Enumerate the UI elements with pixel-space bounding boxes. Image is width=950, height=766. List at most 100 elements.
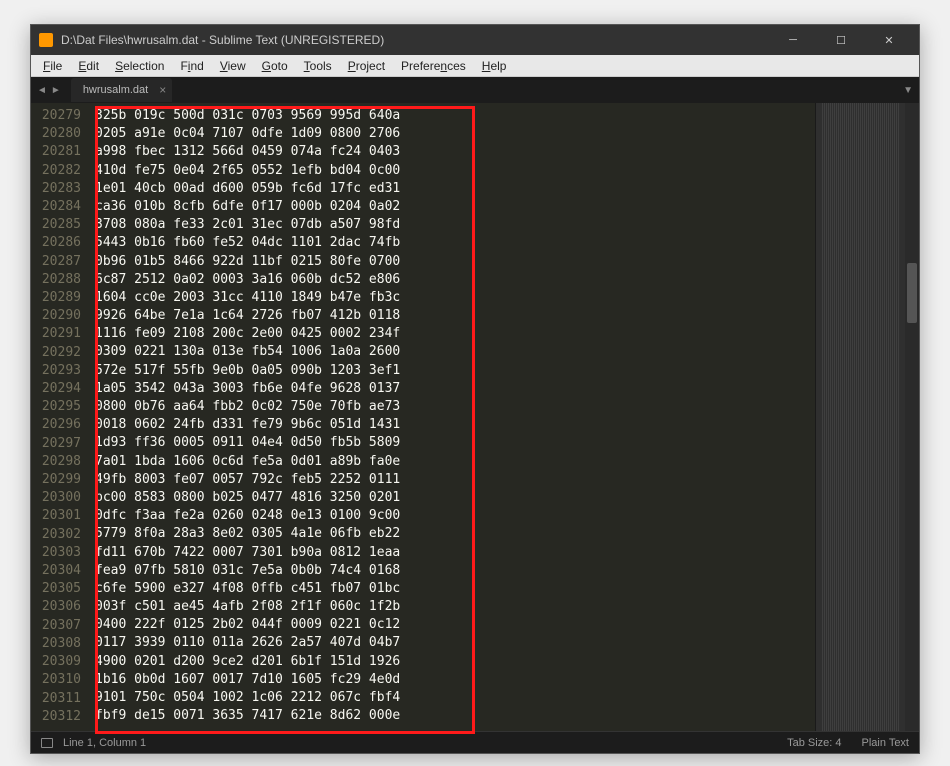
code-line[interactable]: 1116 fe09 2108 200c 2e00 0425 0002 234f	[95, 325, 815, 343]
code-line[interactable]: 0018 0602 24fb d331 fe79 9b6c 051d 1431	[95, 416, 815, 434]
minimize-button[interactable]: ─	[771, 26, 815, 54]
line-number: 20304	[31, 562, 81, 580]
maximize-button[interactable]: ☐	[819, 26, 863, 54]
panel-switcher-icon[interactable]	[41, 738, 53, 748]
line-number: 20310	[31, 671, 81, 689]
tab-label: hwrusalm.dat	[83, 84, 148, 96]
line-number: 20296	[31, 416, 81, 434]
code-line[interactable]: 4900 0201 d200 9ce2 d201 6b1f 151d 1926	[95, 653, 815, 671]
code-line[interactable]: 0205 a91e 0c04 7107 0dfe 1d09 0800 2706	[95, 125, 815, 143]
editor-area[interactable]: 2027920280202812028220283202842028520286…	[31, 103, 919, 731]
code-line[interactable]: 1d93 ff36 0005 0911 04e4 0d50 fb5b 5809	[95, 434, 815, 452]
window-title: D:\Dat Files\hwrusalm.dat - Sublime Text…	[61, 33, 771, 47]
line-number: 20298	[31, 453, 81, 471]
code-line[interactable]: 1b16 0b0d 1607 0017 7d10 1605 fc29 4e0d	[95, 671, 815, 689]
code-line[interactable]: 0800 0b76 aa64 fbb2 0c02 750e 70fb ae73	[95, 398, 815, 416]
line-number: 20293	[31, 362, 81, 380]
code-line[interactable]: 410d fe75 0e04 2f65 0552 1efb bd04 0c00	[95, 162, 815, 180]
code-line[interactable]: fea9 07fb 5810 031c 7e5a 0b0b 74c4 0168	[95, 562, 815, 580]
code-line[interactable]: 7a01 1bda 1606 0c6d fe5a 0d01 a89b fa0e	[95, 453, 815, 471]
menu-tools[interactable]: Tools	[296, 57, 340, 75]
line-number: 20283	[31, 180, 81, 198]
line-number: 20305	[31, 580, 81, 598]
line-number: 20297	[31, 435, 81, 453]
tab-overflow-icon[interactable]: ▼	[903, 85, 913, 96]
line-number: 20295	[31, 398, 81, 416]
line-number: 20303	[31, 544, 81, 562]
menu-goto[interactable]: Goto	[254, 57, 296, 75]
code-line[interactable]: bc00 8583 0800 b025 0477 4816 3250 0201	[95, 489, 815, 507]
line-number: 20288	[31, 271, 81, 289]
code-line[interactable]: 1604 cc0e 2003 31cc 4110 1849 b47e fb3c	[95, 289, 815, 307]
tab-hwrusalm[interactable]: hwrusalm.dat ×	[71, 78, 172, 102]
menu-project[interactable]: Project	[340, 57, 393, 75]
code-line[interactable]: c6fe 5900 e327 4f08 0ffb c451 fb07 01bc	[95, 580, 815, 598]
line-number: 20287	[31, 253, 81, 271]
menu-view[interactable]: View	[212, 57, 254, 75]
menu-help[interactable]: Help	[474, 57, 515, 75]
line-number-gutter: 2027920280202812028220283202842028520286…	[31, 103, 91, 731]
app-icon	[39, 33, 53, 47]
code-line[interactable]: 325b 019c 500d 031c 0703 9569 995d 640a	[95, 107, 815, 125]
sublime-text-window: D:\Dat Files\hwrusalm.dat - Sublime Text…	[30, 24, 920, 754]
code-line[interactable]: 9926 64be 7e1a 1c64 2726 fb07 412b 0118	[95, 307, 815, 325]
code-line[interactable]: fbf9 de15 0071 3635 7417 621e 8d62 000e	[95, 707, 815, 725]
minimap[interactable]	[815, 103, 905, 731]
status-bar: Line 1, Column 1 Tab Size: 4 Plain Text	[31, 731, 919, 753]
window-titlebar[interactable]: D:\Dat Files\hwrusalm.dat - Sublime Text…	[31, 25, 919, 55]
minimap-content	[822, 103, 899, 731]
status-tab-size[interactable]: Tab Size: 4	[787, 737, 841, 749]
line-number: 20309	[31, 653, 81, 671]
line-number: 20279	[31, 107, 81, 125]
line-number: 20294	[31, 380, 81, 398]
code-line[interactable]: 6c87 2512 0a02 0003 3a16 060b dc52 e806	[95, 271, 815, 289]
code-line[interactable]: 5443 0b16 fb60 fe52 04dc 1101 2dac 74fb	[95, 234, 815, 252]
code-line[interactable]: 1a05 3542 043a 3003 fb6e 04fe 9628 0137	[95, 380, 815, 398]
code-line[interactable]: 0117 3939 0110 011a 2626 2a57 407d 04b7	[95, 634, 815, 652]
code-line[interactable]: 0b96 01b5 8466 922d 11bf 0215 80fe 0700	[95, 253, 815, 271]
line-number: 20290	[31, 307, 81, 325]
line-number: 20301	[31, 507, 81, 525]
line-number: 20282	[31, 162, 81, 180]
code-line[interactable]: 572e 517f 55fb 9e0b 0a05 090b 1203 3ef1	[95, 362, 815, 380]
code-line[interactable]: 0400 222f 0125 2b02 044f 0009 0221 0c12	[95, 616, 815, 634]
tab-nav-back[interactable]: ◄	[37, 85, 47, 96]
tab-nav-forward[interactable]: ►	[51, 85, 61, 96]
tab-close-icon[interactable]: ×	[159, 83, 166, 97]
code-line[interactable]: fd11 670b 7422 0007 7301 b90a 0812 1eaa	[95, 544, 815, 562]
code-line[interactable]: 003f c501 ae45 4afb 2f08 2f1f 060c 1f2b	[95, 598, 815, 616]
line-number: 20289	[31, 289, 81, 307]
code-line[interactable]: 3708 080a fe33 2c01 31ec 07db a507 98fd	[95, 216, 815, 234]
code-line[interactable]: a998 fbec 1312 566d 0459 074a fc24 0403	[95, 143, 815, 161]
code-content[interactable]: 325b 019c 500d 031c 0703 9569 995d 640a0…	[91, 103, 815, 731]
menu-find[interactable]: Find	[172, 57, 211, 75]
menu-bar: File Edit Selection Find View Goto Tools…	[31, 55, 919, 77]
status-position[interactable]: Line 1, Column 1	[63, 737, 146, 749]
menu-edit[interactable]: Edit	[70, 57, 107, 75]
line-number: 20292	[31, 344, 81, 362]
line-number: 20312	[31, 708, 81, 726]
code-line[interactable]: 9101 750c 0504 1002 1c06 2212 067c fbf4	[95, 689, 815, 707]
scroll-thumb[interactable]	[907, 263, 917, 323]
status-syntax[interactable]: Plain Text	[862, 737, 910, 749]
menu-preferences[interactable]: Preferences	[393, 57, 474, 75]
line-number: 20306	[31, 598, 81, 616]
code-line[interactable]: 0309 0221 130a 013e fb54 1006 1a0a 2600	[95, 343, 815, 361]
menu-selection[interactable]: Selection	[107, 57, 172, 75]
code-line[interactable]: 0dfc f3aa fe2a 0260 0248 0e13 0100 9c00	[95, 507, 815, 525]
vertical-scrollbar[interactable]	[905, 103, 919, 731]
line-number: 20291	[31, 325, 81, 343]
close-button[interactable]: ✕	[867, 26, 911, 54]
line-number: 20285	[31, 216, 81, 234]
code-line[interactable]: 49fb 8003 fe07 0057 792c feb5 2252 0111	[95, 471, 815, 489]
line-number: 20280	[31, 125, 81, 143]
line-number: 20302	[31, 526, 81, 544]
line-number: 20281	[31, 143, 81, 161]
line-number: 20286	[31, 234, 81, 252]
line-number: 20300	[31, 489, 81, 507]
menu-file[interactable]: File	[35, 57, 70, 75]
code-line[interactable]: 1e01 40cb 00ad d600 059b fc6d 17fc ed31	[95, 180, 815, 198]
code-line[interactable]: ca36 010b 8cfb 6dfe 0f17 000b 0204 0a02	[95, 198, 815, 216]
code-line[interactable]: 5779 8f0a 28a3 8e02 0305 4a1e 06fb eb22	[95, 525, 815, 543]
line-number: 20311	[31, 690, 81, 708]
